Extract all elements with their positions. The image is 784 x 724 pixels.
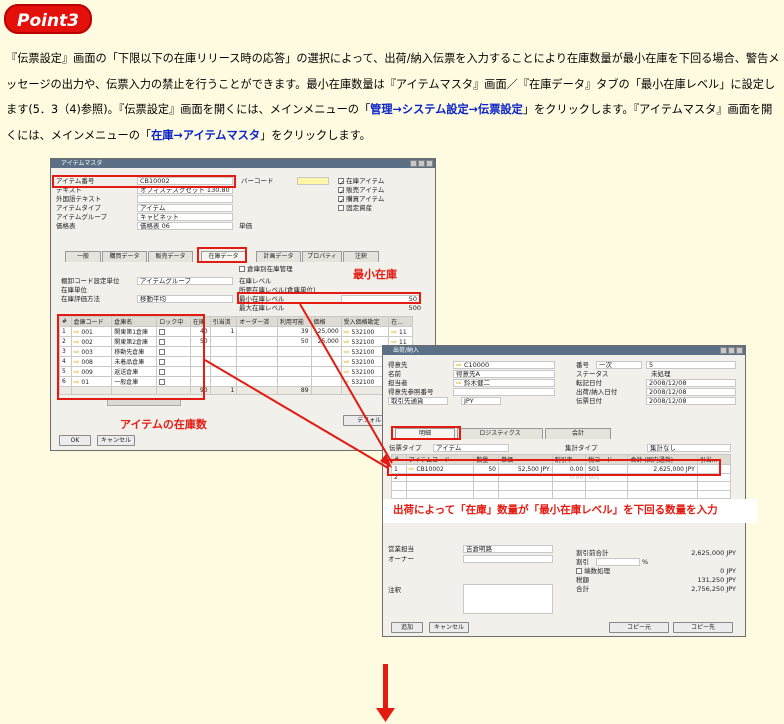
annotation-arrows — [204, 303, 395, 722]
arrow-line-min-stock — [299, 303, 393, 464]
arrow-line-stock — [204, 359, 389, 469]
down-arrow-shaft — [383, 664, 388, 710]
down-arrow-icon — [376, 708, 395, 722]
